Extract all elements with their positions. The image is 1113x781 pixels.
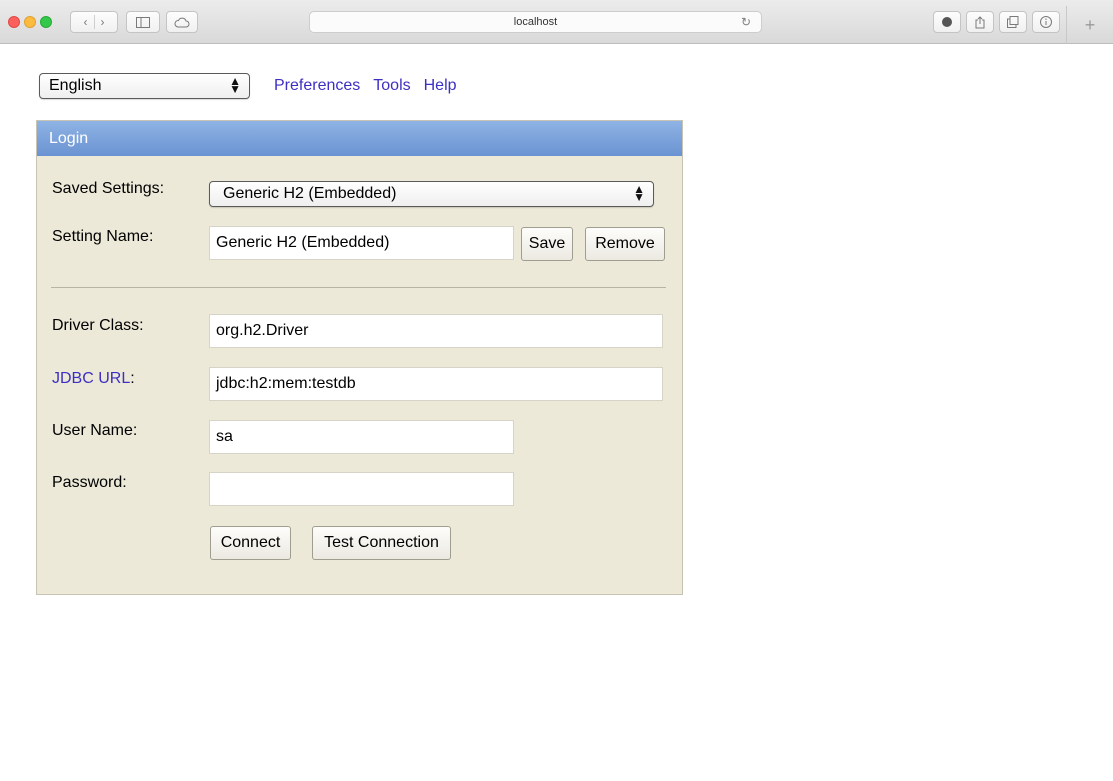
preferences-link[interactable]: Preferences — [274, 77, 360, 95]
minimize-window-button[interactable] — [24, 16, 36, 28]
tabs-icon — [1007, 16, 1019, 28]
top-bar: English ▲ ▼ Preferences Tools Help — [39, 73, 457, 99]
share-button[interactable] — [966, 11, 994, 33]
sidebar-button[interactable] — [126, 11, 160, 33]
download-icon — [942, 17, 952, 27]
address-text: localhost — [513, 16, 558, 28]
jdbc-url-link[interactable]: JDBC URL — [52, 370, 130, 387]
plus-icon: + — [1084, 14, 1096, 35]
setting-name-input[interactable]: Generic H2 (Embedded) — [209, 226, 514, 260]
help-link[interactable]: Help — [424, 77, 457, 95]
browser-toolbar: ‹ › localhost ↻ + — [0, 0, 1113, 44]
saved-settings-select[interactable]: Generic H2 (Embedded) ▲ ▼ — [209, 181, 654, 207]
info-icon — [1040, 16, 1052, 28]
password-label: Password: — [52, 474, 127, 491]
login-header: Login — [37, 121, 682, 156]
chevron-right-icon[interactable]: › — [101, 15, 105, 29]
chevron-left-icon[interactable]: ‹ — [84, 15, 88, 29]
driver-class-label: Driver Class: — [52, 317, 144, 334]
remove-button[interactable]: Remove — [585, 227, 665, 261]
save-button[interactable]: Save — [521, 227, 573, 261]
login-panel: Login Saved Settings: Generic H2 (Embedd… — [36, 120, 683, 595]
maximize-window-button[interactable] — [40, 16, 52, 28]
saved-settings-label: Saved Settings: — [52, 180, 165, 197]
close-window-button[interactable] — [8, 16, 20, 28]
jdbc-url-label-group: JDBC URL: — [52, 370, 135, 388]
sidebar-icon — [136, 16, 150, 28]
driver-class-input[interactable]: org.h2.Driver — [209, 314, 663, 348]
connect-button[interactable]: Connect — [210, 526, 291, 560]
user-name-label: User Name: — [52, 422, 138, 439]
setting-name-label: Setting Name: — [52, 228, 154, 245]
download-button[interactable] — [933, 11, 961, 33]
new-tab-button[interactable]: + — [1066, 6, 1113, 44]
tabs-button[interactable] — [999, 11, 1027, 33]
back-forward-group: ‹ › — [70, 11, 118, 33]
jdbc-url-colon: : — [130, 370, 135, 387]
address-bar[interactable]: localhost ↻ — [309, 11, 762, 33]
password-input[interactable] — [209, 472, 514, 506]
info-button[interactable] — [1032, 11, 1060, 33]
icloud-button[interactable] — [166, 11, 198, 33]
tools-link[interactable]: Tools — [373, 77, 410, 95]
saved-settings-value: Generic H2 (Embedded) — [223, 185, 397, 202]
user-name-input[interactable]: sa — [209, 420, 514, 454]
test-connection-button[interactable]: Test Connection — [312, 526, 451, 560]
share-icon — [975, 15, 985, 28]
language-value: English — [49, 77, 102, 94]
reload-icon[interactable]: ↻ — [741, 15, 751, 29]
select-arrows-icon: ▲ ▼ — [229, 74, 241, 96]
language-select[interactable]: English ▲ ▼ — [39, 73, 250, 99]
cloud-icon — [174, 17, 190, 27]
jdbc-url-input[interactable]: jdbc:h2:mem:testdb — [209, 367, 663, 401]
select-arrows-icon: ▲ ▼ — [633, 182, 645, 204]
divider — [51, 287, 666, 288]
